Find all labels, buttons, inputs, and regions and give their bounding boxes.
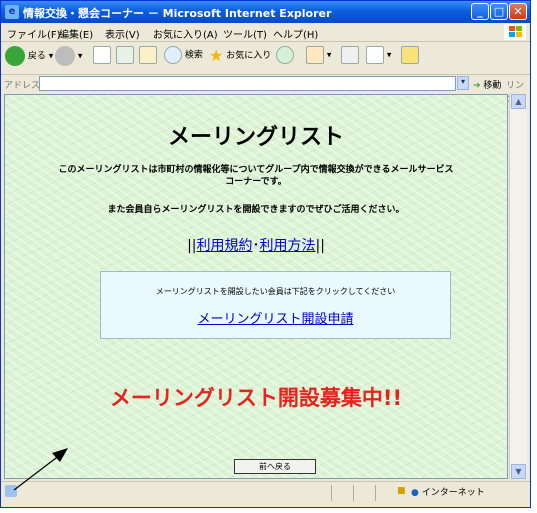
- annotation-arrow: [13, 448, 68, 491]
- arrow-line: [13, 454, 61, 491]
